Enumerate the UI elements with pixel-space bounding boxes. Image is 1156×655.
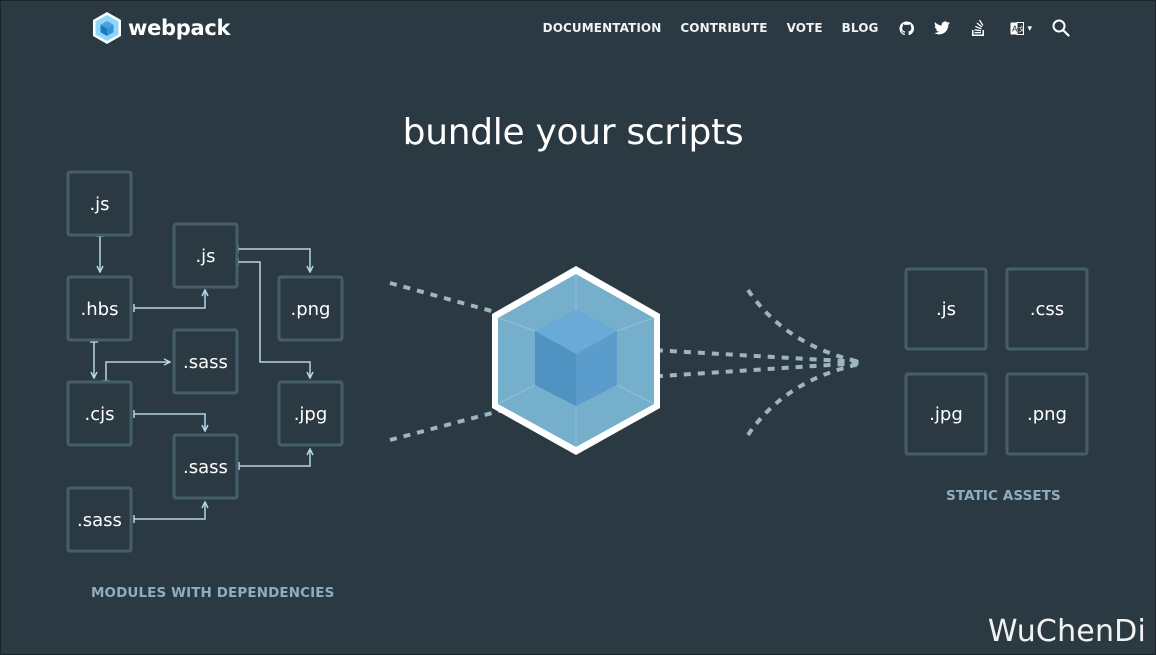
asset-label: .css [1030,299,1064,320]
module-label: .sass [77,510,122,531]
module-label: .cjs [85,404,115,425]
arrow-js-to-png [238,248,310,272]
asset-label: .js [936,299,956,320]
asset-label: .jpg [929,404,963,425]
module-label: .js [89,194,109,215]
arrow-cjs-to-sass-2 [134,413,205,431]
module-label: .sass [183,352,228,373]
arrow-cjs-to-sass [105,362,170,381]
webpack-cube [492,266,660,455]
module-label: .png [291,299,331,320]
module-label: .js [195,246,215,267]
module-label: .jpg [294,404,328,425]
asset-label: .png [1027,404,1067,425]
flow-line-curve-bottom [746,362,861,437]
modules-caption: MODULES WITH DEPENDENCIES [91,585,335,601]
arrow-sass-to-sass [134,502,205,520]
assets-caption: STATIC ASSETS [946,488,1061,504]
asset-boxes [904,267,1089,456]
watermark: WuChenDi [987,614,1146,649]
bundle-diagram: .js .hbs .cjs .sass .js .sass .sass .png… [66,170,1089,553]
flow-line-curve-top [746,288,861,364]
module-label: .sass [183,457,228,478]
asset-labels: .js .css .jpg .png [929,299,1067,425]
arrow-sass-to-jpg [239,449,310,467]
module-label: .hbs [81,299,119,320]
arrow-hbs-to-js [134,290,205,309]
